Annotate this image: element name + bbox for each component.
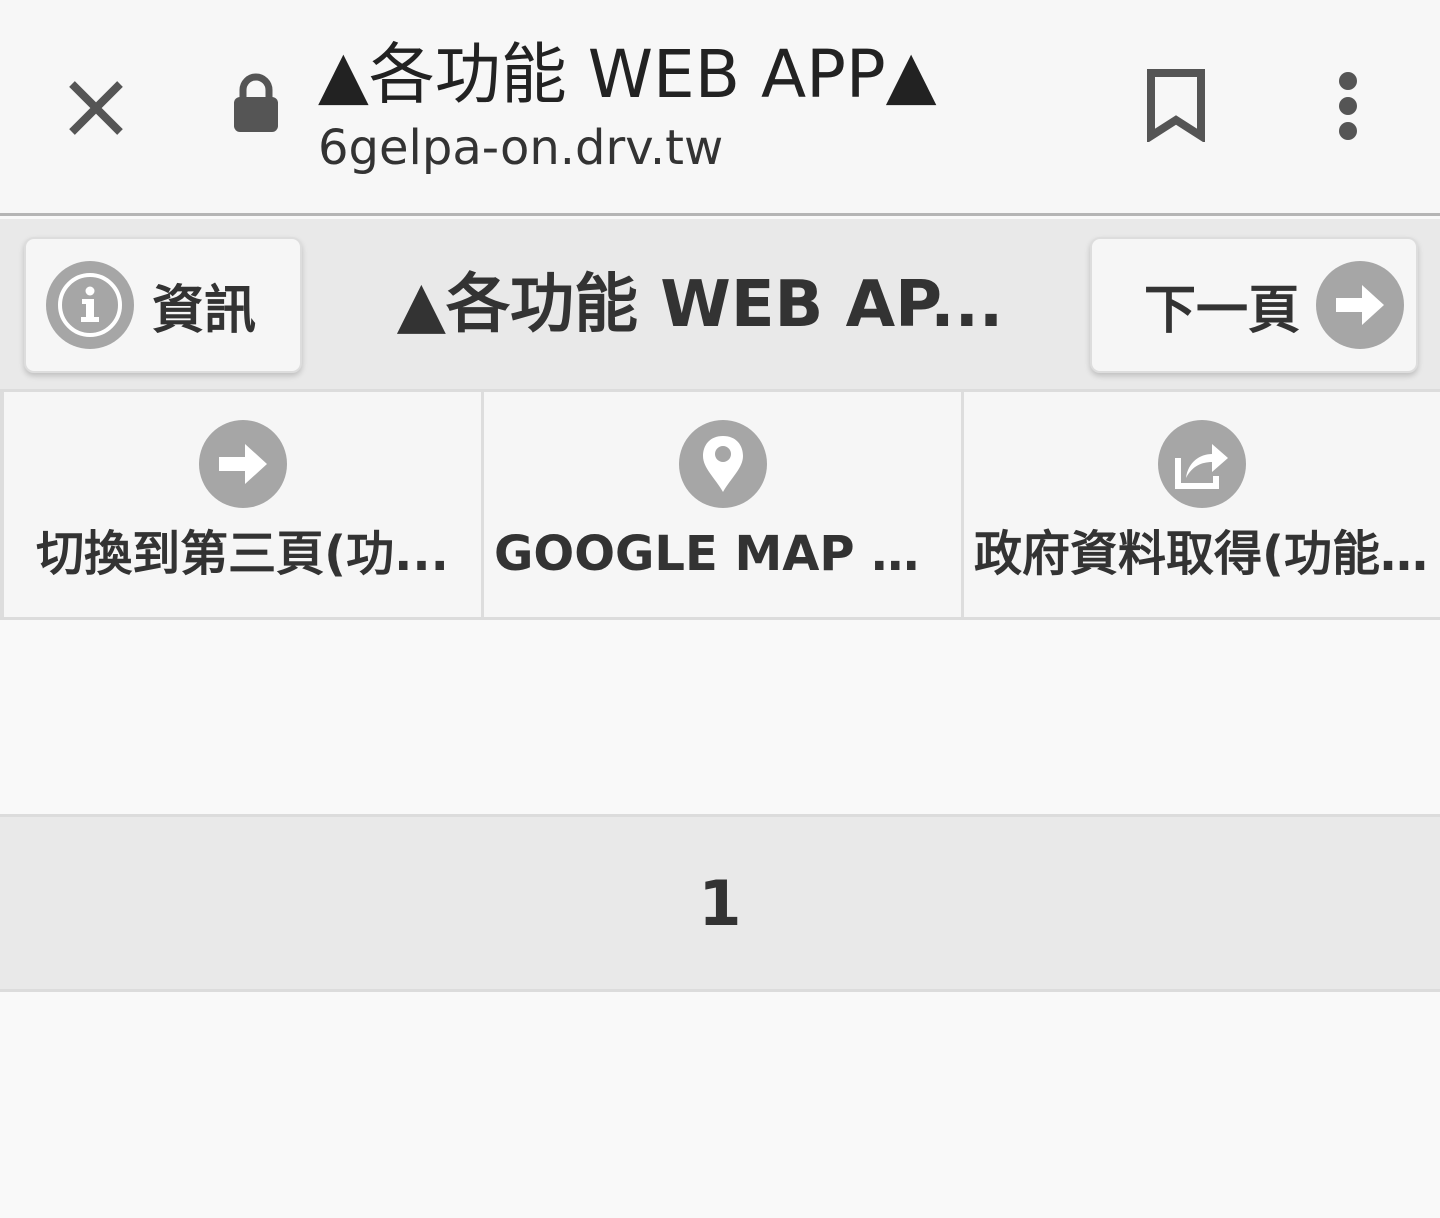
footer-text: 1 xyxy=(698,866,742,940)
close-icon xyxy=(69,81,123,135)
nav-item-label: GOOGLE MAP 取... xyxy=(494,526,961,582)
navbar: 切換到第三頁(功... GOOGLE MAP 取... 政府資料取得(功能... xyxy=(0,392,1440,620)
arrow-right-icon xyxy=(1316,261,1405,349)
page-title-block: ▲各功能 WEB APP▲ 6gelpa-on.drv.tw xyxy=(318,34,1108,178)
nav-item-google-map[interactable]: GOOGLE MAP 取... xyxy=(481,392,961,617)
nav-item-government-data[interactable]: 政府資料取得(功能... xyxy=(961,392,1440,617)
page-title: ▲各功能 WEB AP... xyxy=(396,268,1004,342)
arrow-right-icon xyxy=(198,420,287,508)
info-button-label: 資訊 xyxy=(152,280,257,341)
close-button[interactable] xyxy=(58,70,134,146)
map-pin-icon xyxy=(678,420,767,508)
bookmark-button[interactable] xyxy=(1138,62,1214,148)
browser-page-title: ▲各功能 WEB APP▲ xyxy=(318,36,937,113)
page-content xyxy=(0,620,1440,814)
external-share-icon xyxy=(1158,420,1246,508)
more-vert-icon xyxy=(1339,72,1357,140)
browser-url[interactable]: 6gelpa-on.drv.tw xyxy=(318,118,1108,178)
lock-icon xyxy=(232,72,280,134)
nav-item-page-three[interactable]: 切換到第三頁(功... xyxy=(0,392,481,617)
info-icon xyxy=(46,261,134,349)
nav-item-label: 政府資料取得(功能... xyxy=(974,526,1435,582)
next-page-button-label: 下一頁 xyxy=(1144,280,1301,341)
info-button[interactable]: 資訊 xyxy=(24,237,302,373)
overflow-menu-button[interactable] xyxy=(1318,66,1378,146)
browser-toolbar: ▲各功能 WEB APP▲ 6gelpa-on.drv.tw xyxy=(0,0,1440,216)
page-footer: 1 xyxy=(0,814,1440,992)
page-header: 資訊 ▲各功能 WEB AP... 下一頁 xyxy=(0,219,1440,392)
next-page-button[interactable]: 下一頁 xyxy=(1090,237,1418,373)
nav-item-label: 切換到第三頁(功... xyxy=(36,526,449,582)
bookmark-icon xyxy=(1147,69,1205,142)
